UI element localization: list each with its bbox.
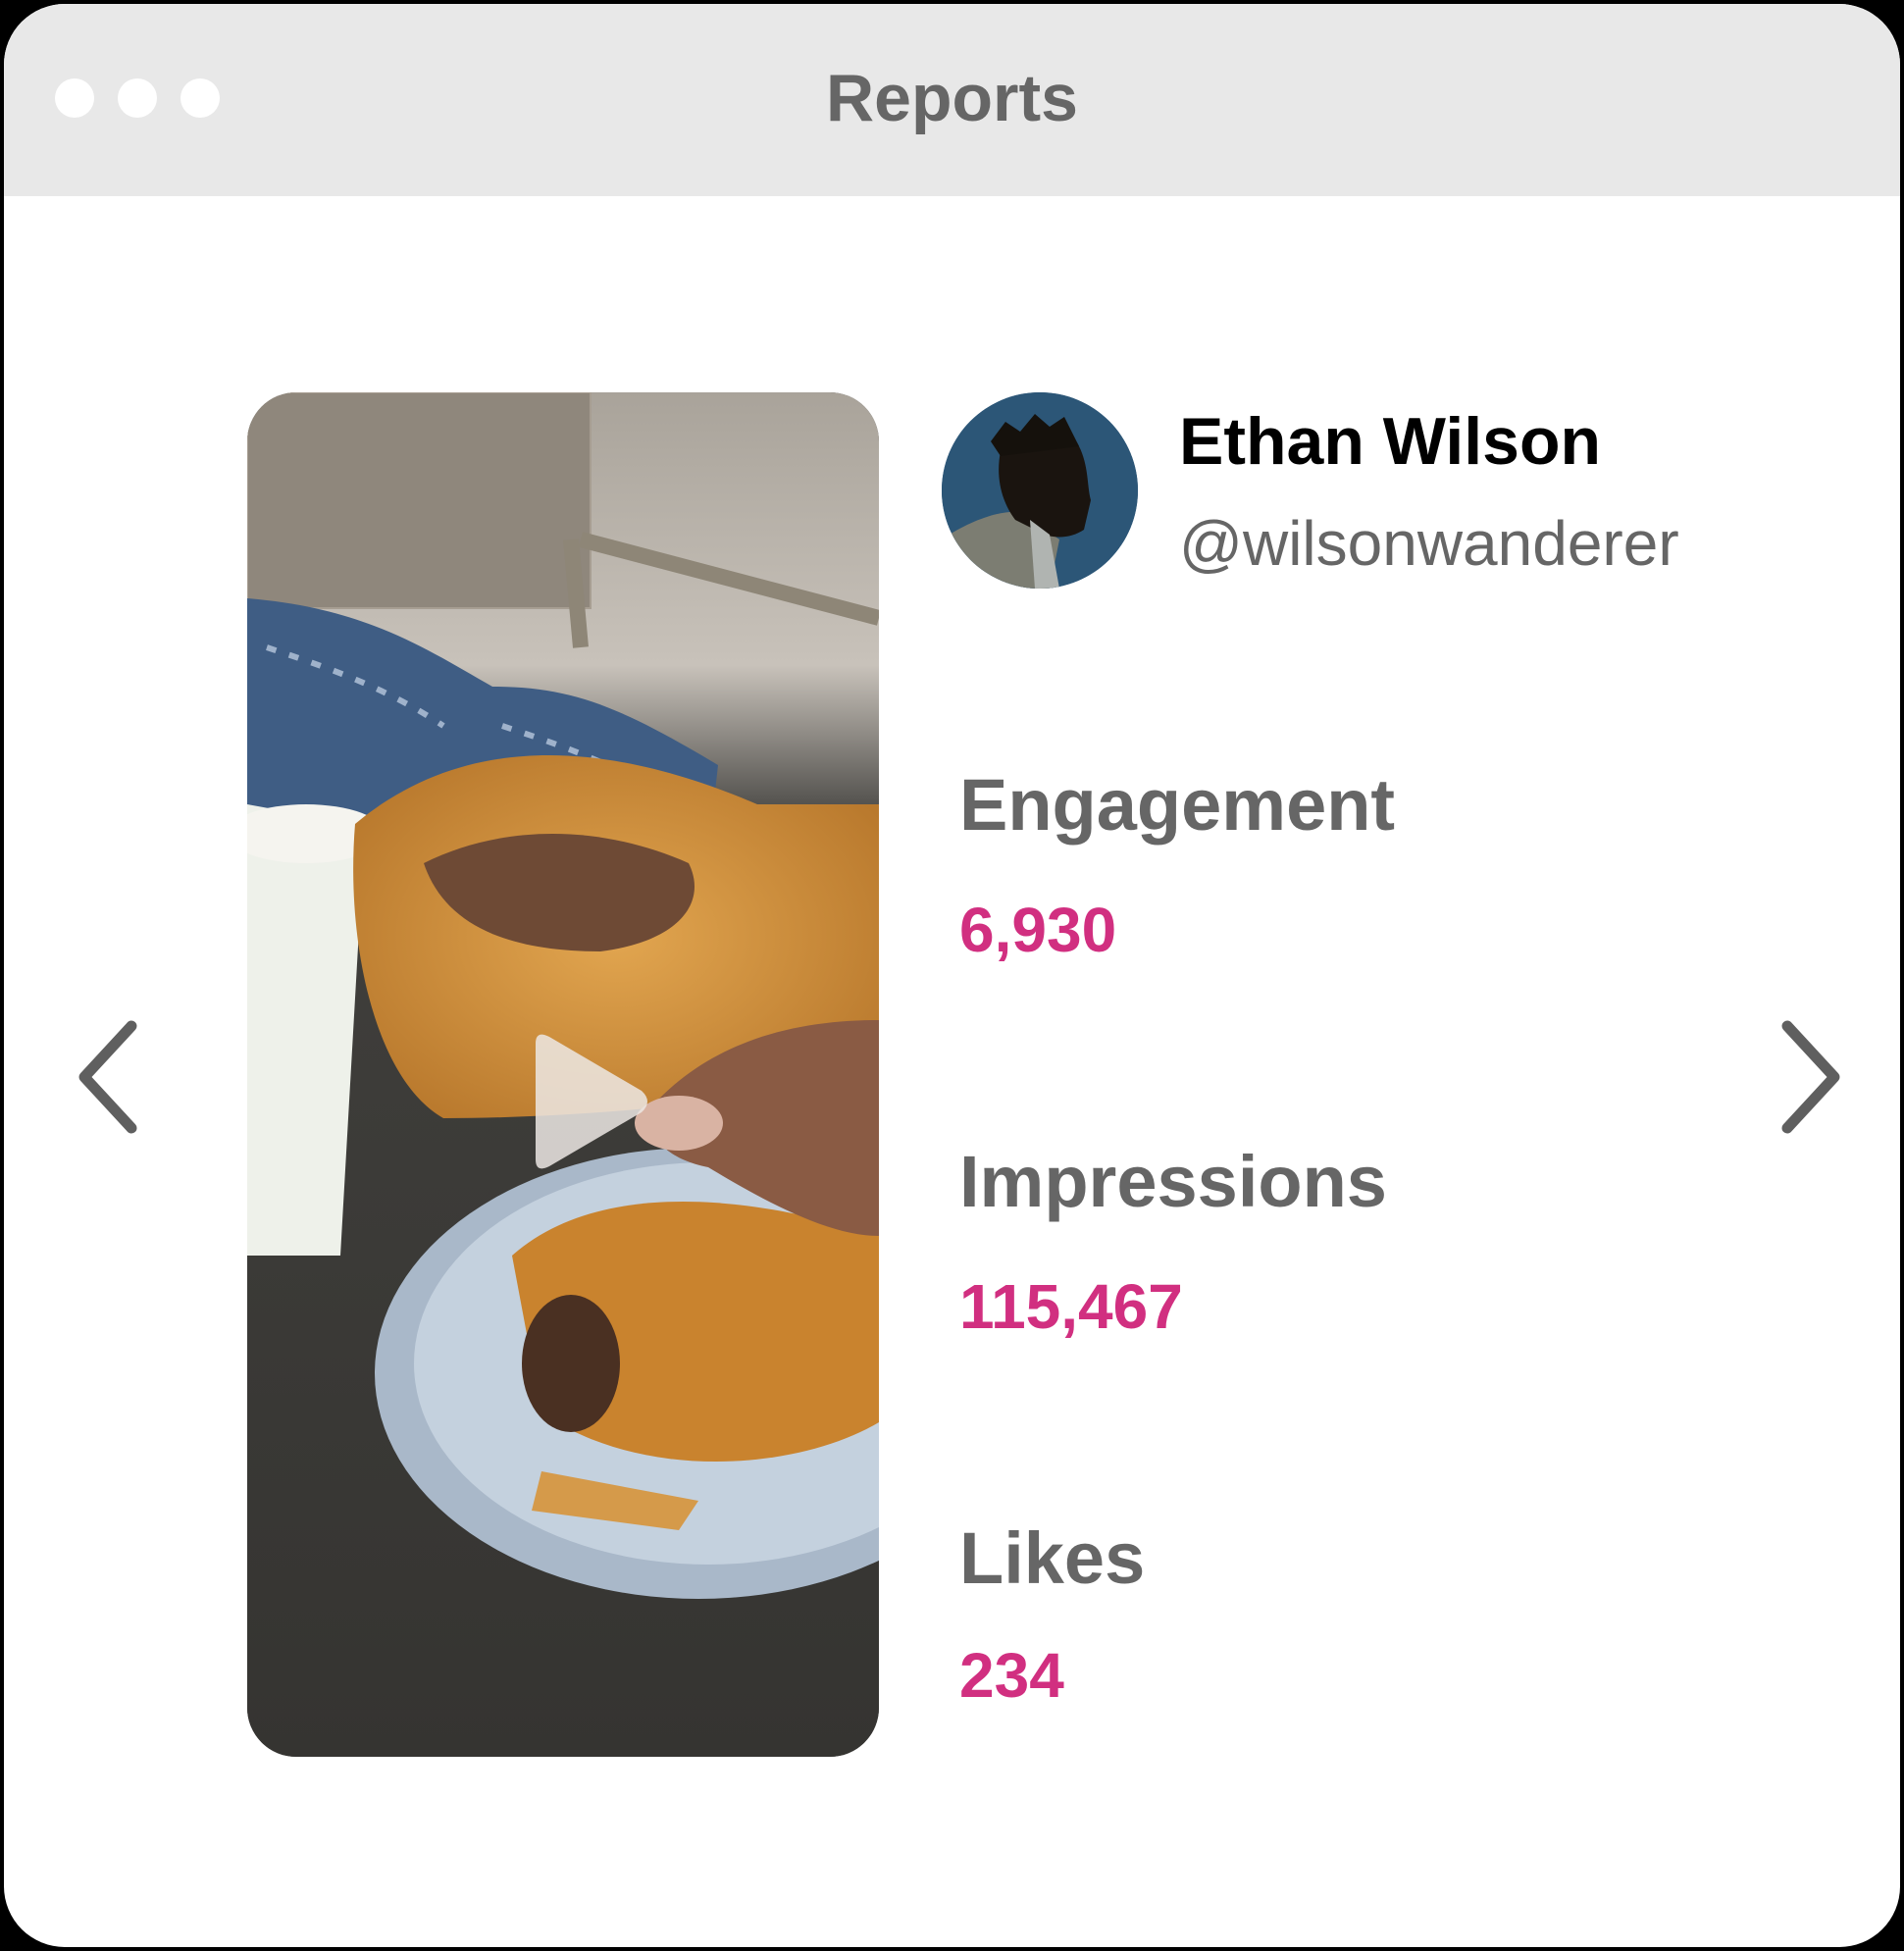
profile-handle: @wilsonwanderer [1179, 508, 1679, 579]
reports-window: Reports Ethan Wilson @wilsonwanderer Eng… [4, 4, 1900, 1947]
title-bar: Reports [4, 4, 1900, 196]
stat-value-engagement: 6,930 [959, 895, 1117, 965]
stat-label-impressions: Impressions [959, 1141, 1387, 1222]
play-icon[interactable] [518, 1028, 655, 1175]
avatar-photo [942, 392, 1138, 589]
stat-value-impressions: 115,467 [959, 1271, 1183, 1342]
window-title: Reports [826, 61, 1078, 135]
chevron-right-icon[interactable] [1768, 1016, 1846, 1138]
stat-label-likes: Likes [959, 1517, 1146, 1599]
chevron-left-icon[interactable] [73, 1016, 151, 1138]
stat-value-likes: 234 [959, 1640, 1064, 1711]
post-video-thumbnail[interactable] [247, 392, 879, 1757]
profile-name: Ethan Wilson [1179, 404, 1602, 479]
avatar[interactable] [942, 392, 1138, 589]
stat-label-engagement: Engagement [959, 764, 1396, 846]
